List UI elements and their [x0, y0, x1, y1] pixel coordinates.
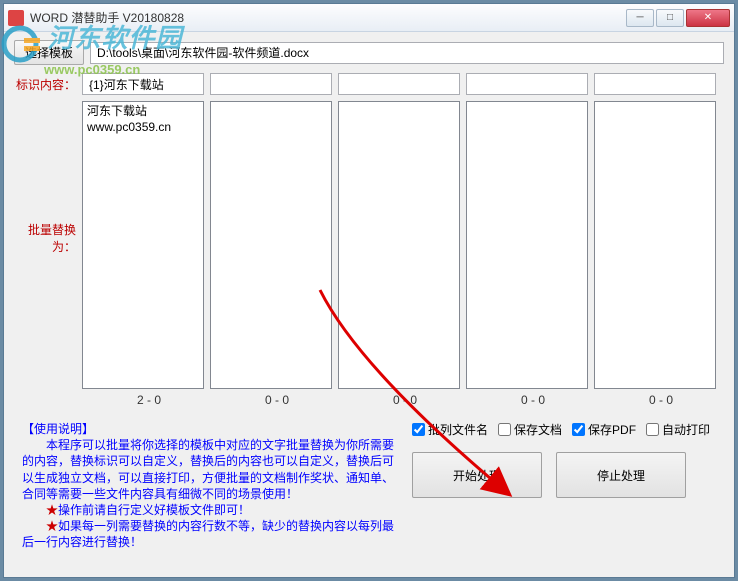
checkbox-filename[interactable]: 批列文件名 [412, 421, 488, 438]
count-2: 0 - 0 [216, 393, 338, 407]
maximize-button[interactable]: □ [656, 9, 684, 27]
count-5: 0 - 0 [600, 393, 722, 407]
window-title: WORD 潜替助手 V20180828 [30, 9, 626, 26]
app-window: WORD 潜替助手 V20180828 ─ □ ✕ 选择模板 标识内容： 批量替… [3, 3, 735, 578]
close-button[interactable]: ✕ [686, 9, 730, 27]
ident-input-4[interactable] [466, 73, 588, 95]
ident-input-2[interactable] [210, 73, 332, 95]
template-path-input[interactable] [90, 42, 724, 64]
stop-button[interactable]: 停止处理 [556, 452, 686, 498]
ident-input-5[interactable] [594, 73, 716, 95]
minimize-button[interactable]: ─ [626, 9, 654, 27]
replace-list-1[interactable]: 河东下载站 www.pc0359.cn [82, 101, 204, 389]
ident-input-3[interactable] [338, 73, 460, 95]
ident-label: 标识内容： [14, 76, 82, 93]
instructions: 【使用说明】 本程序可以批量将你选择的模板中对应的文字批量替换为你所需要的内容，… [14, 421, 404, 551]
app-icon [8, 10, 24, 26]
replace-list-5[interactable] [594, 101, 716, 389]
replace-list-3[interactable] [338, 101, 460, 389]
count-3: 0 - 0 [344, 393, 466, 407]
titlebar: WORD 潜替助手 V20180828 ─ □ ✕ [4, 4, 734, 32]
select-template-button[interactable]: 选择模板 [14, 40, 84, 65]
count-1: 2 - 0 [88, 393, 210, 407]
batch-label: 批量替换为： [14, 101, 82, 389]
replace-list-2[interactable] [210, 101, 332, 389]
count-4: 0 - 0 [472, 393, 594, 407]
start-button[interactable]: 开始处理 [412, 452, 542, 498]
checkbox-savedoc[interactable]: 保存文档 [498, 421, 562, 438]
ident-input-1[interactable] [82, 73, 204, 95]
checkbox-savepdf[interactable]: 保存PDF [572, 421, 636, 438]
replace-list-4[interactable] [466, 101, 588, 389]
checkbox-autoprint[interactable]: 自动打印 [646, 421, 710, 438]
